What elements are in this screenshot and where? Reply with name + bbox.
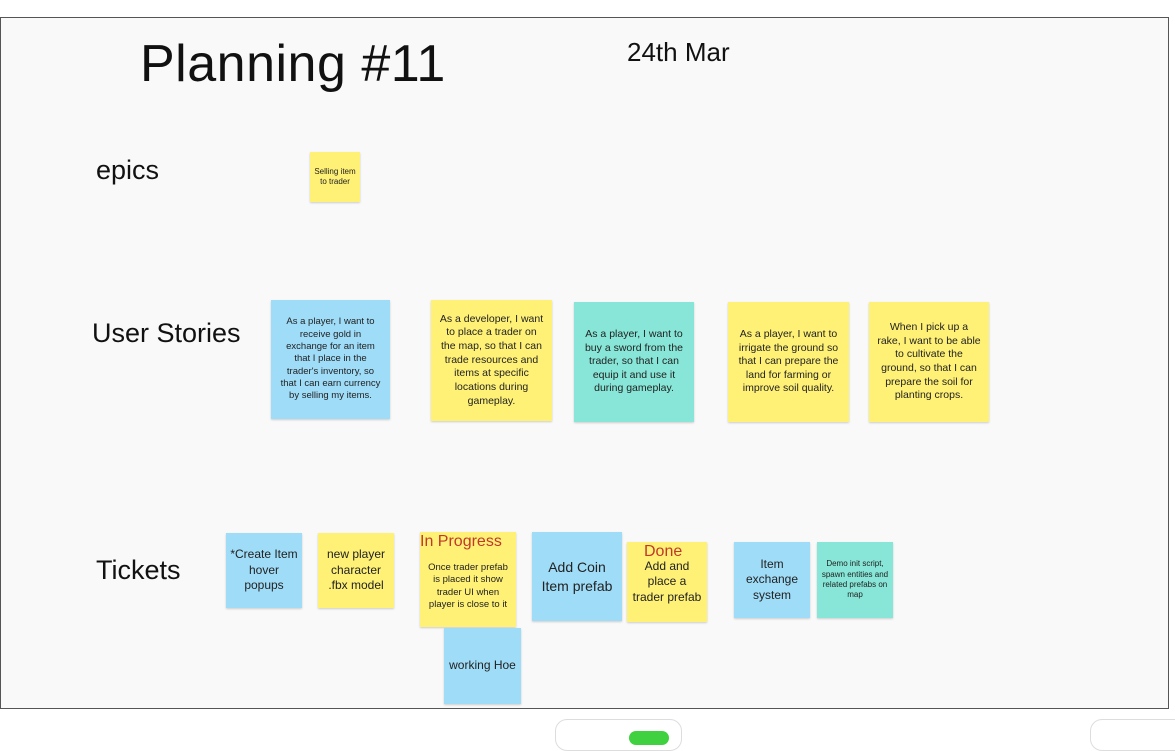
sticky-note-user-story[interactable]: When I pick up a rake, I want to be able… [869, 302, 989, 422]
zoom-controls[interactable] [1090, 719, 1175, 751]
sticky-note-ticket[interactable]: Demo init script, spawn entities and rel… [817, 542, 893, 618]
sticky-note-user-story[interactable]: As a player, I want to irrigate the grou… [728, 302, 849, 422]
board-title: Planning #11 [140, 35, 446, 93]
sticky-note-ticket[interactable]: Add Coin Item prefab [532, 532, 622, 621]
sticky-note-user-story[interactable]: As a player, I want to receive gold in e… [271, 300, 390, 419]
sticky-note-user-story[interactable]: As a developer, I want to place a trader… [431, 300, 552, 421]
sticky-note-ticket[interactable]: working Hoe [444, 628, 521, 704]
sticky-note-epic[interactable]: Selling item to trader [310, 152, 360, 202]
board-date: 24th Mar [627, 37, 730, 67]
row-label-tickets: Tickets [96, 555, 181, 585]
row-label-user-stories: User Stories [92, 318, 241, 348]
status-label-done: Done [644, 543, 683, 560]
status-label-in-progress: In Progress [420, 533, 502, 550]
sticky-note-ticket[interactable]: *Create Item hover popups [226, 533, 302, 608]
toggle-switch[interactable] [629, 731, 669, 745]
sticky-note-user-story[interactable]: As a player, I want to buy a sword from … [574, 302, 694, 422]
sticky-note-ticket[interactable]: new player character .fbx model [318, 533, 394, 608]
sticky-note-ticket[interactable]: Item exchange system [734, 542, 810, 618]
row-label-epics: epics [96, 155, 160, 185]
